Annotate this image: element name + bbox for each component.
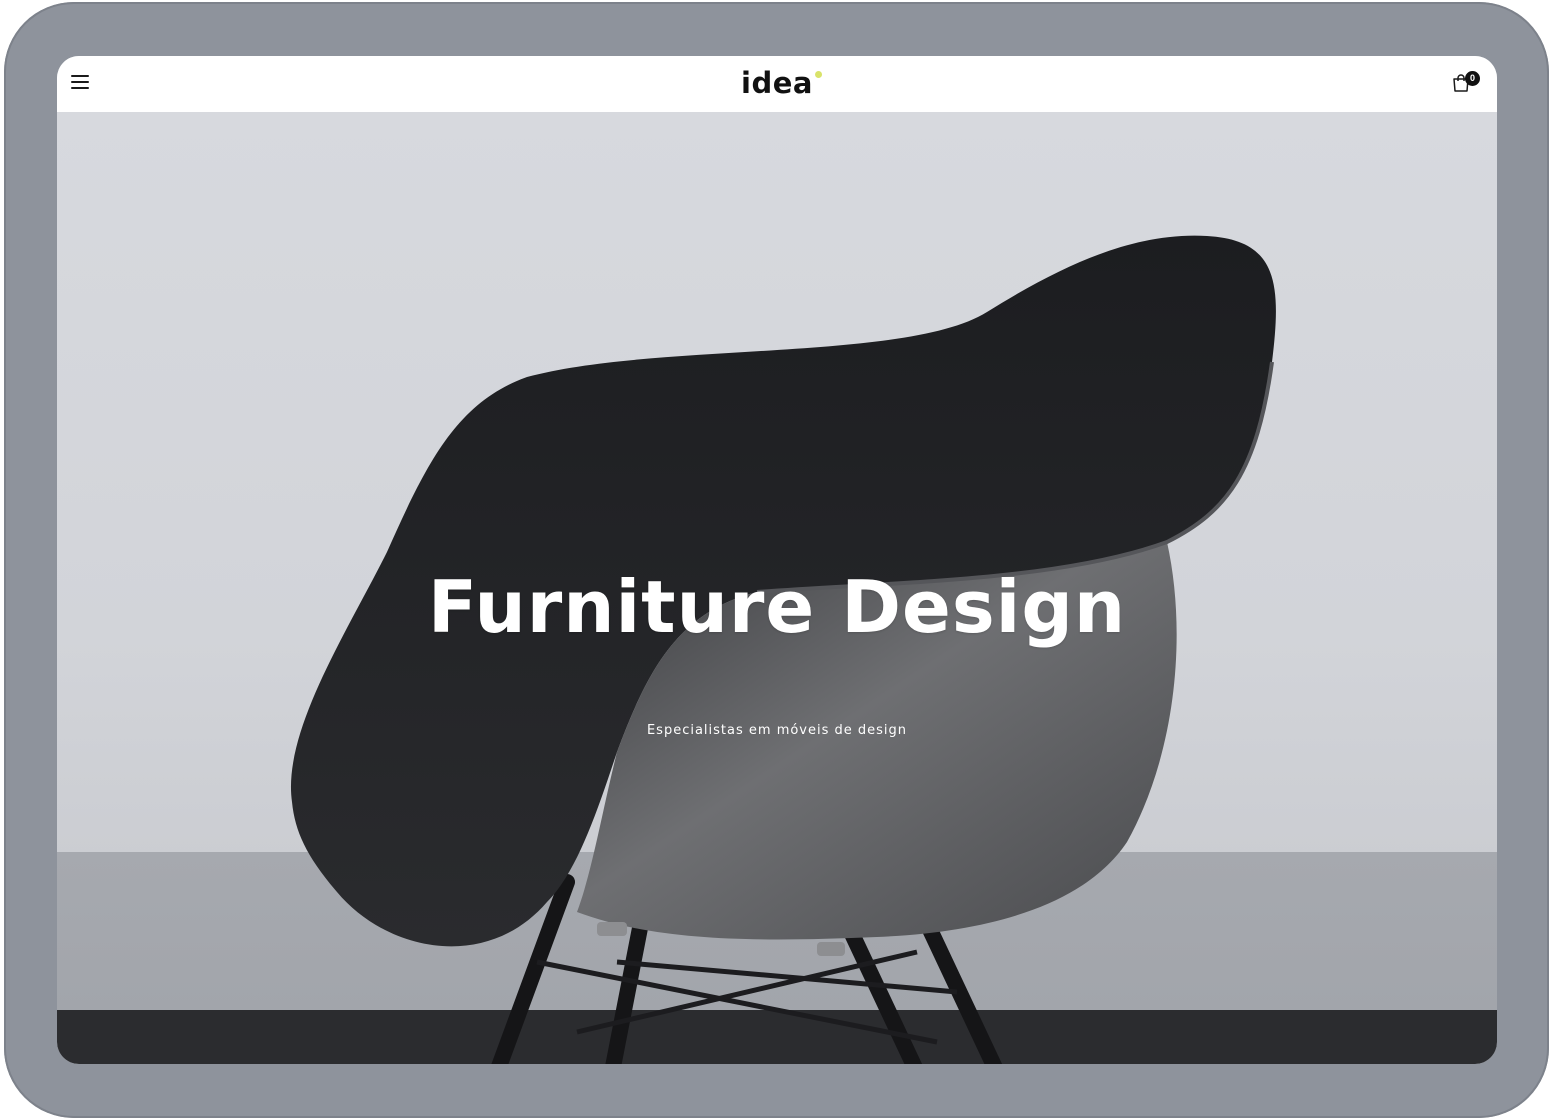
cart-button[interactable]: 0 [1451,71,1483,97]
hero-banner: Furniture Design Especialistas em móveis… [57,112,1497,1064]
hero-subtitle: Especialistas em móveis de design [646,723,908,738]
site-logo[interactable]: idea [741,66,822,100]
hero-title: Furniture Design [427,565,1127,649]
logo-text: idea [741,66,813,100]
site-header: idea 0 [57,56,1497,112]
logo-accent-dot [814,71,822,78]
hamburger-menu-icon[interactable] [71,75,89,91]
browser-screen: idea 0 Furniture Design Especialistas em… [57,56,1497,1064]
cart-count-badge: 0 [1465,71,1480,86]
